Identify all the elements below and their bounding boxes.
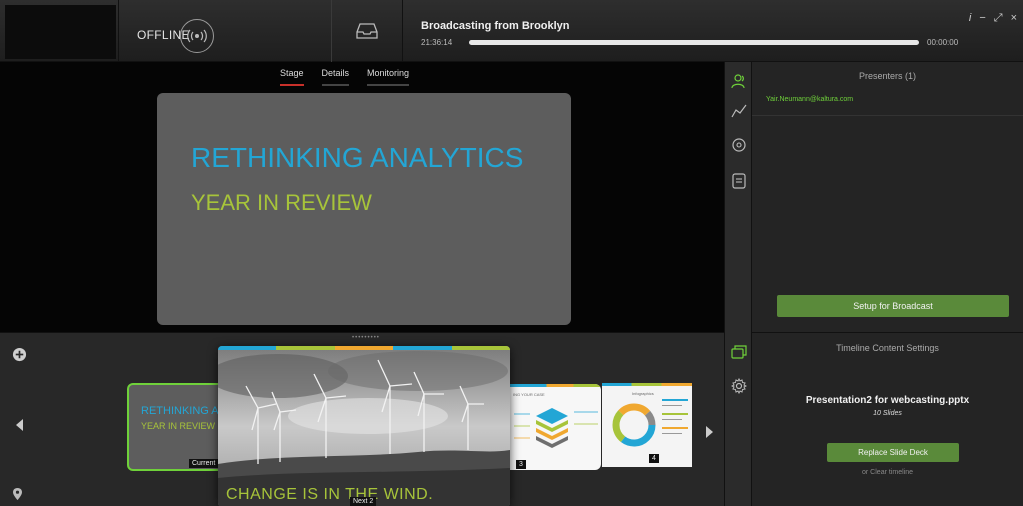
broadcast-progress-bar [469, 40, 919, 45]
wind-turbines-photo [218, 346, 510, 506]
notes-tool[interactable] [730, 172, 748, 190]
add-icon[interactable] [12, 347, 27, 362]
next-2-badge: Next 2 [350, 497, 377, 506]
tool-strip [724, 62, 752, 506]
thumbnail-header-stripe [510, 384, 601, 387]
stage-area: Stage Details Monitoring RETHINKING ANAL… [0, 62, 724, 332]
inbox-icon [356, 23, 378, 39]
previous-slide-arrow[interactable] [16, 419, 23, 431]
resize-handle[interactable]: ••••••••• [352, 335, 380, 341]
connector-lines-graphic [514, 411, 598, 439]
slides-icon [731, 345, 747, 359]
tab-details[interactable]: Details [321, 68, 350, 86]
slide-timeline: ••••••••• RETHINKING A YEAR IN REVIEW Cu… [0, 332, 724, 506]
thumbnail-title: ING YOUR CASE [513, 392, 545, 397]
app-window: OFFLINE Broadcasting from Brooklyn 21:36… [0, 0, 1023, 506]
next-slide-thumbnail[interactable]: CHANGE IS IN THE WIND. Next 2 [218, 346, 510, 506]
analytics-tool[interactable] [730, 102, 748, 120]
logo-area [5, 5, 116, 59]
slide-4-thumbnail[interactable]: Infographics 4 [602, 383, 692, 467]
chat-icon [732, 138, 746, 152]
stage-tabs: Stage Details Monitoring [280, 68, 410, 86]
thumbnail-title: RETHINKING A [141, 405, 219, 417]
next-slide-arrow[interactable] [706, 426, 713, 438]
analytics-icon [731, 104, 747, 118]
thumbnail-header-stripe [218, 346, 510, 350]
presentation-name: Presentation2 for webcasting.pptx [805, 395, 970, 406]
go-live-button[interactable] [180, 19, 214, 53]
close-icon[interactable]: × [1011, 12, 1017, 25]
broadcast-info: Broadcasting from Brooklyn 21:36:14 00:0… [403, 0, 1023, 62]
setup-broadcast-button[interactable]: Setup for Broadcast [777, 295, 1009, 317]
timeline-settings-heading: Timeline Content Settings [836, 343, 939, 353]
info-icon[interactable]: i [969, 12, 971, 25]
slide-count: 10 Slides [873, 410, 902, 417]
thumbnail-header-stripe [602, 383, 692, 386]
settings-icon [731, 378, 747, 394]
thumbnail-caption: CHANGE IS IN THE WIND. [226, 486, 434, 503]
tab-stage[interactable]: Stage [280, 68, 304, 86]
broadcast-status: OFFLINE [118, 0, 332, 62]
slide-3-thumbnail[interactable]: ING YOUR CASE 3 [510, 384, 601, 470]
slide-4-badge: 4 [649, 454, 659, 463]
thumbnail-title: Infographics [632, 391, 654, 396]
chat-tool[interactable] [730, 136, 748, 154]
slide-title: RETHINKING ANALYTICS [191, 142, 524, 173]
slides-tool[interactable] [730, 343, 748, 361]
clear-timeline-link[interactable]: or Clear timeline [752, 469, 1023, 476]
presenters-tool[interactable] [730, 72, 748, 90]
presenters-panel: Presenters (1) Yair.Neumann@kaltura.com … [752, 62, 1023, 332]
settings-tool[interactable] [730, 377, 748, 395]
legend-lines-graphic [662, 399, 688, 434]
current-slide-thumbnail[interactable]: RETHINKING A YEAR IN REVIEW Current [127, 383, 225, 471]
current-slide-preview: RETHINKING ANALYTICS YEAR IN REVIEW [157, 93, 571, 325]
broadcast-title: Broadcasting from Brooklyn [421, 20, 570, 32]
slide-subtitle: YEAR IN REVIEW [191, 190, 372, 215]
minimize-icon[interactable]: − [979, 12, 985, 25]
notes-icon [732, 173, 746, 189]
donut-chart-graphic [612, 403, 656, 447]
replace-slide-deck-button[interactable]: Replace Slide Deck [827, 443, 959, 462]
timeline-content-settings: Timeline Content Settings Presentation2 … [752, 332, 1023, 506]
slide-3-badge: 3 [516, 460, 526, 469]
tab-monitoring[interactable]: Monitoring [367, 68, 410, 86]
top-bar: OFFLINE Broadcasting from Brooklyn 21:36… [0, 0, 1023, 62]
presenter-item[interactable]: Yair.Neumann@kaltura.com [752, 88, 1023, 116]
location-pin-icon[interactable] [12, 487, 23, 501]
current-badge: Current [189, 459, 219, 468]
duration: 00:00:00 [927, 38, 959, 47]
maximize-icon[interactable]: ⤢ [994, 12, 1003, 25]
window-controls: i − ⤢ × [969, 12, 1017, 25]
clock: 21:36:14 [421, 38, 453, 47]
inbox-button[interactable] [332, 0, 403, 62]
broadcast-icon [187, 29, 207, 43]
presenters-heading: Presenters (1) [858, 71, 917, 81]
thumbnail-subtitle: YEAR IN REVIEW [141, 421, 216, 431]
presenters-icon [731, 74, 745, 89]
